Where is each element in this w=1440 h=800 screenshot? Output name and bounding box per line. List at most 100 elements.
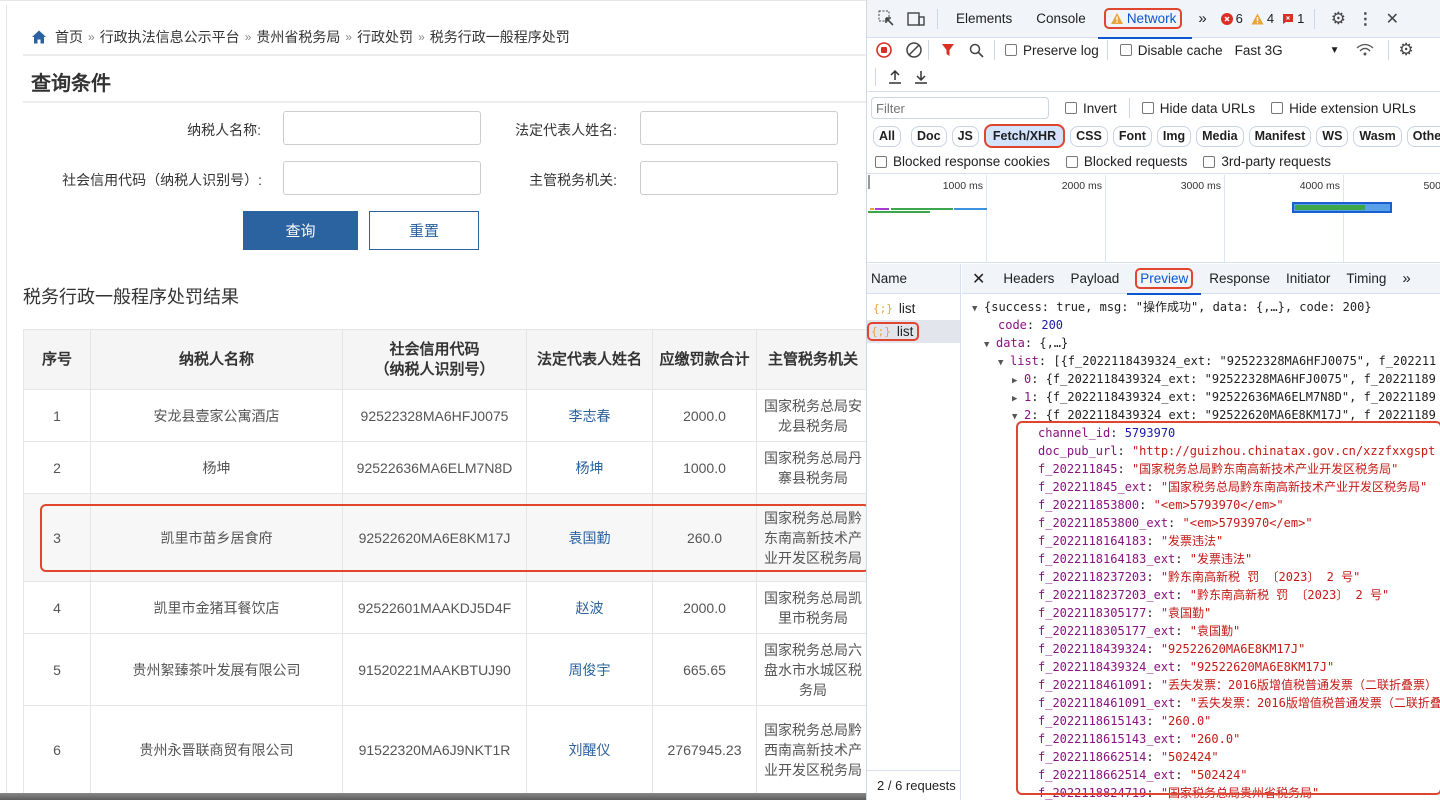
network-timeline-overview[interactable]: 1000 ms 2000 ms 3000 ms 4000 ms 500: [867, 175, 1440, 263]
type-filter-doc[interactable]: Doc: [910, 125, 947, 147]
tab-initiator[interactable]: Initiator: [1278, 264, 1338, 294]
hide-extension-urls-checkbox[interactable]: Hide extension URLs: [1271, 101, 1416, 116]
settings-gear-icon[interactable]: ⚙: [1327, 9, 1349, 29]
throttle-select[interactable]: Fast 3G: [1235, 43, 1325, 58]
expand-triangle-icon[interactable]: ▼: [998, 354, 1010, 370]
tab-preview[interactable]: Preview: [1127, 264, 1202, 295]
type-filter-js[interactable]: JS: [951, 125, 979, 147]
tree-field: f_2022118164183_ext: "发票违法": [962, 550, 1440, 568]
tree-root[interactable]: ▼ {success: true, msg: "操作成功", data: {,…}…: [962, 298, 1440, 316]
preserve-log-checkbox[interactable]: Preserve log: [1005, 43, 1099, 58]
issues-count-badge[interactable]: 1: [1282, 11, 1304, 26]
tab-timing[interactable]: Timing: [1338, 264, 1394, 294]
filter-row: Invert Hide data URLs Hide extension URL…: [867, 94, 1440, 122]
blocked-cookies-label: Blocked response cookies: [893, 154, 1050, 169]
type-filter-all[interactable]: All: [873, 125, 901, 147]
close-devtools-icon[interactable]: ✕: [1383, 9, 1401, 29]
name-column-header[interactable]: Name: [867, 264, 960, 294]
separator: [1387, 40, 1389, 60]
home-icon[interactable]: [31, 29, 47, 45]
tree-list-item[interactable]: ▶ 1: {f_2022118439324_ext: "92522636MA6EL…: [962, 388, 1440, 406]
tab-headers[interactable]: Headers: [995, 264, 1062, 294]
type-filter-ws[interactable]: WS: [1316, 125, 1349, 147]
taxpayer-name-input[interactable]: [283, 111, 481, 145]
timeline-label: 2000 ms: [1061, 180, 1102, 192]
device-toolbar-icon[interactable]: [905, 8, 927, 30]
collapse-triangle-icon[interactable]: ▶: [1012, 372, 1024, 388]
type-filter-font[interactable]: Font: [1112, 125, 1152, 147]
expand-triangle-icon[interactable]: ▼: [984, 336, 996, 352]
disable-cache-checkbox[interactable]: Disable cache: [1119, 43, 1223, 58]
json-string: "发票违法": [1189, 552, 1253, 566]
breadcrumb-item[interactable]: 贵州省税务局: [256, 27, 340, 47]
cell-legal-rep[interactable]: 周俊宇: [526, 633, 653, 706]
cell-legal-rep[interactable]: 李志春: [526, 389, 653, 442]
search-icon[interactable]: [969, 43, 984, 58]
tree-node-list[interactable]: ▼ list: [{f_2022118439324_ext: "92522328M…: [962, 352, 1440, 370]
throttle-dropdown-arrow-icon[interactable]: ▼: [1330, 45, 1340, 56]
type-filter-media[interactable]: Media: [1196, 125, 1244, 147]
export-har-download-icon[interactable]: [914, 69, 928, 85]
tab-response[interactable]: Response: [1201, 264, 1278, 294]
tree-node-data[interactable]: ▼ data: {,…}: [962, 334, 1440, 352]
record-stop-icon[interactable]: [876, 42, 892, 58]
third-party-checkbox[interactable]: 3rd-party requests: [1203, 154, 1331, 169]
reset-button[interactable]: 重置: [369, 211, 479, 250]
blocked-cookies-checkbox[interactable]: Blocked response cookies: [875, 154, 1050, 169]
type-filter-wasm[interactable]: Wasm: [1353, 125, 1402, 147]
clear-icon[interactable]: [906, 42, 922, 58]
warning-count-badge[interactable]: 4: [1251, 11, 1274, 26]
json-key: f_2022118461091: [1038, 678, 1147, 692]
expand-triangle-icon[interactable]: ▼: [1012, 408, 1024, 424]
type-filter-other[interactable]: Other: [1406, 125, 1440, 147]
tab-elements[interactable]: Elements: [944, 0, 1024, 38]
tab-payload[interactable]: Payload: [1062, 264, 1127, 294]
cell-legal-rep[interactable]: 袁国勤: [526, 493, 653, 582]
tree-list-item[interactable]: ▼ 2: {f_2022118439324_ext: "92522620MA6E8…: [962, 406, 1440, 424]
network-conditions-wifi-icon[interactable]: [1356, 43, 1374, 57]
cell-legal-rep[interactable]: 刘醒仪: [526, 705, 653, 794]
devtools-tabbar: Elements Console Network » 6 4 1 ⚙ ⋮ ✕: [867, 0, 1440, 39]
collapse-triangle-icon[interactable]: ▶: [1012, 390, 1024, 406]
request-item[interactable]: {;} list: [867, 297, 960, 320]
query-button[interactable]: 查询: [243, 211, 358, 250]
more-tabs-button[interactable]: »: [1192, 0, 1212, 38]
type-filter-img[interactable]: Img: [1156, 125, 1192, 147]
type-filter-css[interactable]: CSS: [1070, 125, 1108, 147]
tab-network[interactable]: Network: [1097, 0, 1193, 39]
type-filter-fetch-xhr[interactable]: Fetch/XHR: [983, 124, 1066, 148]
json-number: 200: [1041, 318, 1064, 332]
network-settings-gear-icon[interactable]: ⚙: [1399, 40, 1414, 60]
error-count-badge[interactable]: 6: [1220, 11, 1243, 26]
tree-list-item[interactable]: ▶ 0: {f_2022118439324_ext: "92522328MA6HF…: [962, 370, 1440, 388]
legal-rep-input[interactable]: [640, 111, 838, 145]
breadcrumb-item[interactable]: 行政处罚: [357, 27, 413, 47]
breadcrumb-item[interactable]: 税务行政一般程序处罚: [430, 27, 570, 47]
json-punct: :: [1146, 570, 1161, 584]
expand-triangle-icon[interactable]: ▼: [972, 300, 984, 316]
tax-authority-input[interactable]: [640, 161, 838, 195]
close-detail-icon[interactable]: ✕: [962, 264, 995, 294]
breadcrumb-item[interactable]: 首页: [55, 27, 83, 47]
json-string: "502424": [1160, 750, 1219, 764]
blocked-requests-checkbox[interactable]: Blocked requests: [1065, 154, 1187, 169]
cell-legal-rep[interactable]: 杨坤: [526, 441, 653, 494]
header-taxpayer-name: 纳税人名称: [90, 329, 343, 390]
hide-data-urls-checkbox[interactable]: Hide data URLs: [1141, 101, 1255, 116]
tree-field: f_2022118615143_ext: "260.0": [962, 730, 1440, 748]
inspect-element-icon[interactable]: [875, 8, 897, 30]
credit-code-input[interactable]: [283, 161, 481, 195]
tab-console[interactable]: Console: [1024, 0, 1098, 38]
more-detail-tabs-button[interactable]: »: [1394, 264, 1418, 294]
json-punct: :: [1146, 534, 1161, 548]
request-item-selected[interactable]: {;} list: [867, 320, 960, 343]
filter-funnel-icon[interactable]: [941, 43, 955, 57]
header-credit-code-line1: 社会信用代码: [389, 340, 480, 358]
filter-input[interactable]: [871, 97, 1049, 119]
import-har-upload-icon[interactable]: [888, 69, 902, 85]
type-filter-manifest[interactable]: Manifest: [1248, 125, 1312, 147]
breadcrumb-item[interactable]: 行政执法信息公示平台: [100, 27, 240, 47]
invert-checkbox[interactable]: Invert: [1065, 101, 1117, 116]
more-options-icon[interactable]: ⋮: [1357, 9, 1373, 29]
cell-legal-rep[interactable]: 赵波: [526, 581, 653, 634]
